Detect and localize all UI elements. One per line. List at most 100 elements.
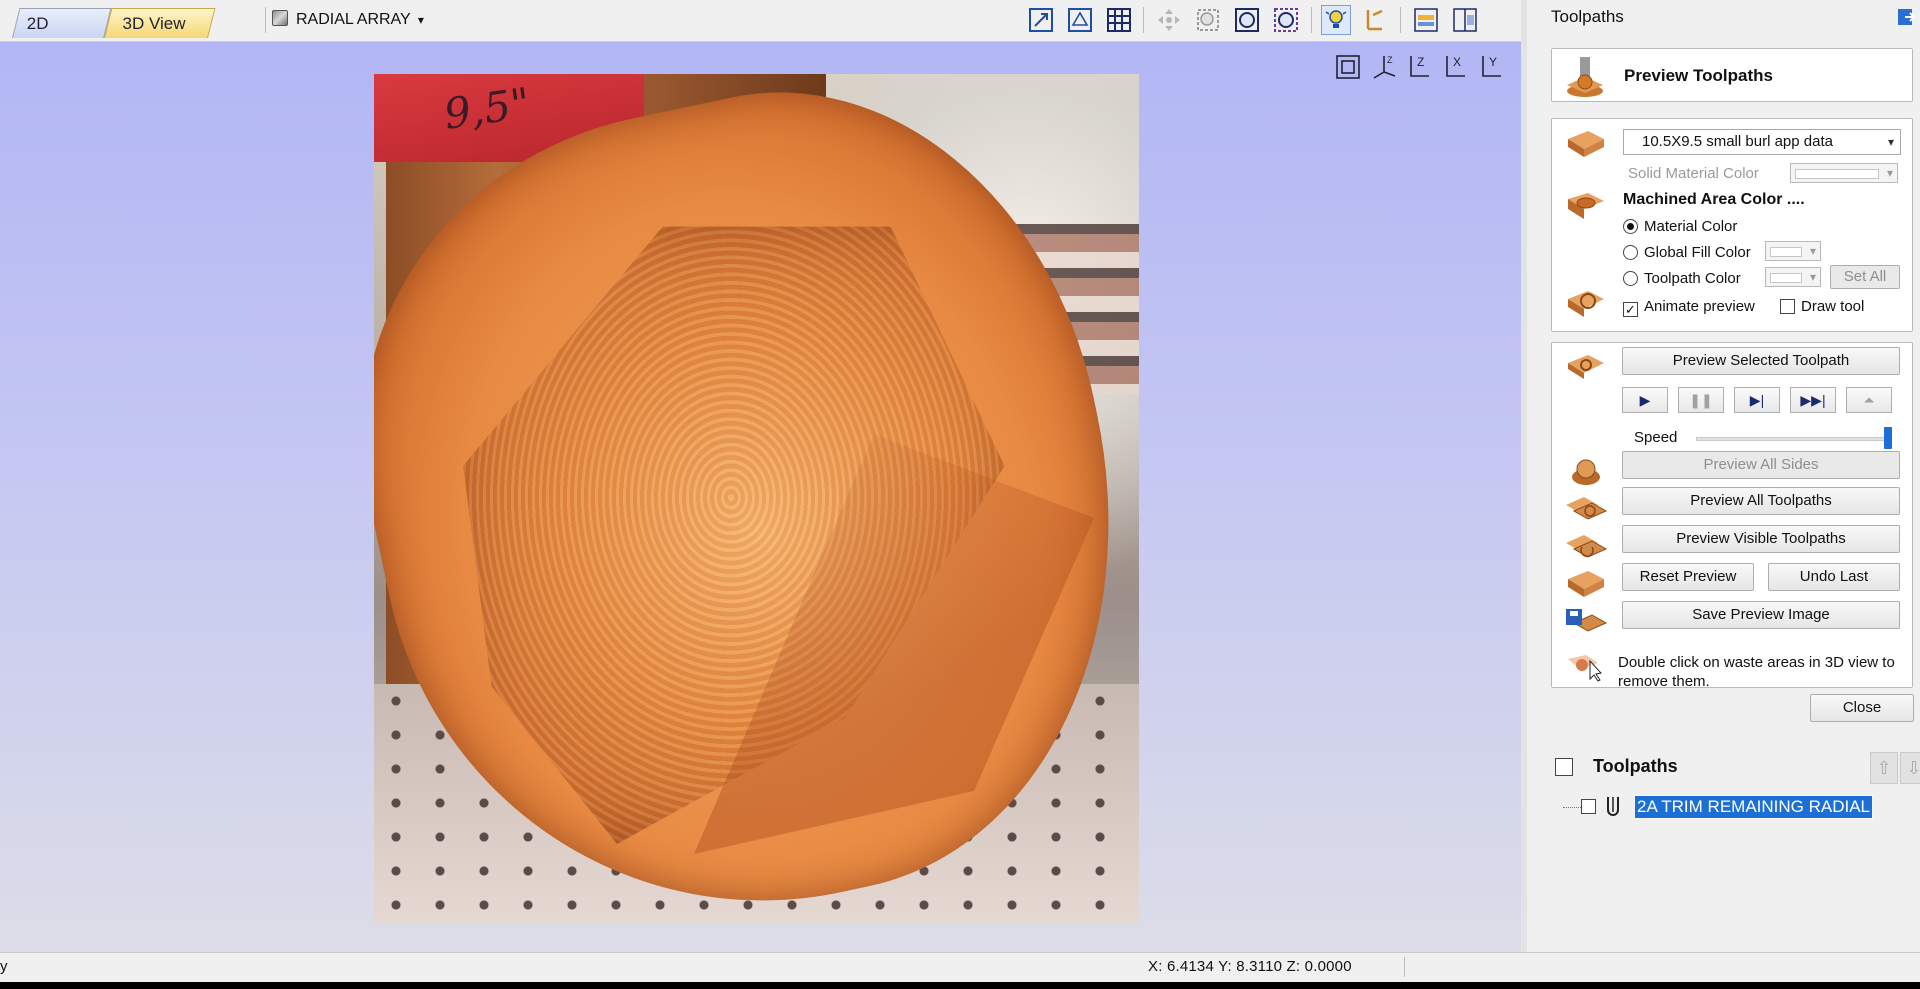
layer-selector[interactable]: RADIAL ARRAY ▾ [272,8,424,32]
split-view-icon[interactable] [1450,5,1480,35]
view-top-z-icon[interactable]: Z [1369,52,1399,82]
preview-all-sides-icon [1564,455,1608,489]
toolpath-name: 2A TRIM REMAINING RADIAL [1633,795,1874,819]
toolpaths-select-all-checkbox[interactable] [1555,758,1573,776]
move-down-arrow-icon[interactable]: ⇩ [1900,752,1920,784]
preview-visible-toolpaths-button[interactable]: Preview Visible Toolpaths [1622,525,1900,553]
radio-icon [1623,271,1638,286]
window-bottom-edge [0,982,1920,989]
remove-waste-hint: Double click on waste areas in 3D view t… [1618,654,1895,690]
reset-preview-button[interactable]: Reset Preview [1622,563,1754,591]
status-text: y [0,958,8,975]
panel-title: Preview Toolpaths [1624,66,1773,85]
chevron-down-icon: ▾ [417,13,424,27]
checkbox-icon [1780,299,1795,314]
status-bar: y X: 6.4134 Y: 8.3110 Z: 0.0000 [0,952,1920,982]
toolbar-separator [1143,7,1144,33]
main-toolbar: 2D View 3D View RADIAL ARRAY ▾ [0,0,1521,63]
animate-preview-icon [1564,287,1608,321]
preview-selected-icon [1564,351,1608,385]
toolbar-separator [1311,7,1312,33]
svg-text:X: X [1453,55,1461,69]
toolpath-visibility-checkbox[interactable] [1581,799,1596,814]
reset-preview-icon [1564,567,1608,601]
layers-icon[interactable] [1411,5,1441,35]
toolbar-separator [265,7,266,33]
pan-icon[interactable] [1154,5,1184,35]
zoom-extents-icon[interactable] [1026,5,1056,35]
dimensions-icon[interactable] [1065,5,1095,35]
global-fill-color-radio[interactable]: Global Fill Color [1623,243,1751,263]
ball-nose-tool-icon [1605,796,1621,818]
animate-preview-checkbox[interactable]: ✓ Animate preview [1623,297,1755,317]
3d-viewport[interactable]: Z Z X Y 9,5" [0,42,1521,952]
preview-tool-icon [1562,55,1608,99]
preview-visible-toolpaths-icon [1564,529,1608,563]
iso-view-icon[interactable] [1333,52,1363,82]
tool-display-icon[interactable] [1360,5,1390,35]
zoom-box-icon[interactable] [1193,5,1223,35]
material-settings-box: 10.5X9.5 small burl app data ▾ Solid Mat… [1551,118,1913,332]
tree-connector [1563,807,1583,808]
speed-label: Speed [1634,429,1678,446]
radio-icon [1623,245,1638,260]
tab-3d-view[interactable]: 3D View [104,8,216,38]
preview-controls-box: Preview Selected Toolpath ▶ ❚❚ ▶| ▶▶| ⏶ … [1551,342,1913,690]
solid-material-color-label: Solid Material Color [1628,165,1759,182]
preview-all-sides-button[interactable]: Preview All Sides [1622,451,1900,479]
speed-slider-track[interactable] [1696,437,1892,441]
pin-panel-icon[interactable] [1896,6,1918,28]
material-color-radio[interactable]: Material Color [1623,217,1737,237]
toolpath-color-picker[interactable] [1765,267,1821,287]
close-button[interactable]: Close [1810,694,1914,722]
view-right-x-icon[interactable]: X [1441,52,1471,82]
step-forward-button[interactable]: ▶| [1734,387,1780,413]
view-left-y-icon[interactable]: Y [1477,52,1507,82]
toolpath-color-radio[interactable]: Toolpath Color [1623,269,1741,289]
toolpaths-panel: Toolpaths Preview Toolpaths 10.5X9.5 sma… [1521,0,1920,952]
cursor-coordinates: X: 6.4134 Y: 8.3110 Z: 0.0000 [1148,958,1352,975]
preview-selected-toolpath-button[interactable]: Preview Selected Toolpath [1622,347,1900,375]
grid-icon[interactable] [1104,5,1134,35]
tag-text: 9,5" [441,78,534,139]
checkmark-icon: ✓ [1623,302,1638,317]
move-up-arrow-icon[interactable]: ⇧ [1870,752,1898,784]
lighting-icon[interactable] [1321,5,1351,35]
preview-all-toolpaths-button[interactable]: Preview All Toolpaths [1622,487,1900,515]
bowl-preview-image: 9,5" [374,74,1139,924]
svg-text:Y: Y [1489,55,1497,69]
svg-text:Z: Z [1387,55,1393,65]
global-fill-color-picker[interactable] [1765,241,1821,261]
rewind-button[interactable]: ⏶ [1846,387,1892,413]
layer-cube-icon [272,10,288,26]
tab-2d-view[interactable]: 2D View [12,8,112,63]
toolpaths-list-header: Toolpaths ⇧ ⇩ [1545,752,1920,784]
toolbar-separator [1400,7,1401,33]
undo-last-button[interactable]: Undo Last [1768,563,1900,591]
draw-tool-checkbox[interactable]: Draw tool [1780,297,1864,317]
preview-all-toolpaths-icon [1564,491,1608,525]
pause-button[interactable]: ❚❚ [1678,387,1724,413]
view-orientation-buttons: Z Z X Y [1333,52,1507,82]
set-all-button[interactable]: Set All [1830,265,1900,289]
view-front-z-icon[interactable]: Z [1405,52,1435,82]
save-preview-image-button[interactable]: Save Preview Image [1622,601,1900,629]
remove-waste-icon [1564,649,1608,683]
panel-header-title: Toolpaths [1551,7,1624,26]
solid-material-color-picker[interactable] [1790,163,1898,183]
machined-area-icon [1564,189,1608,223]
preview-toolpaths-title-box: Preview Toolpaths [1551,48,1913,102]
panel-header: Toolpaths [1527,0,1920,33]
status-divider [1404,957,1405,977]
material-block-icon [1564,127,1608,161]
zoom-out-icon[interactable] [1271,5,1301,35]
material-dropdown[interactable]: 10.5X9.5 small burl app data ▾ [1623,129,1901,155]
play-button[interactable]: ▶ [1622,387,1668,413]
svg-text:Z: Z [1417,55,1424,69]
skip-to-end-button[interactable]: ▶▶| [1790,387,1836,413]
speed-slider-thumb[interactable] [1884,427,1892,449]
save-preview-image-icon [1564,605,1608,639]
zoom-in-icon[interactable] [1232,5,1262,35]
machined-area-color-label: Machined Area Color .... [1623,191,1805,208]
radio-selected-icon [1623,219,1638,234]
